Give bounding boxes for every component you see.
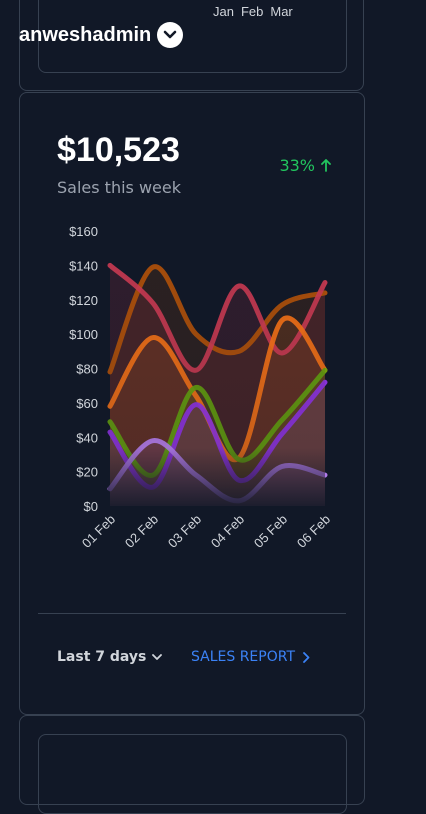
y-tick-label: $20: [76, 465, 98, 480]
user-name: anweshadmin: [19, 23, 152, 46]
y-tick-label: $140: [69, 258, 98, 273]
sales-total: $10,523: [57, 131, 180, 169]
chevron-down-icon[interactable]: [157, 22, 184, 48]
sales-report-label: SALES REPORT: [191, 649, 296, 665]
y-tick-label: $100: [69, 327, 98, 342]
month-label: Mar: [270, 4, 293, 19]
y-tick-label: $40: [76, 430, 98, 445]
chart-fade: [108, 213, 325, 507]
growth-badge: 33%: [279, 156, 331, 175]
divider: [38, 613, 346, 614]
x-tick-label: 05 Feb: [251, 512, 290, 551]
y-tick-label: $60: [76, 396, 98, 411]
chevron-right-icon: [303, 651, 310, 663]
y-tick-label: $80: [76, 362, 98, 377]
y-tick-label: $160: [69, 224, 98, 239]
month-label: Feb: [240, 4, 264, 19]
sales-report-link[interactable]: SALES REPORT: [191, 649, 310, 665]
growth-value: 33%: [279, 156, 315, 175]
y-tick-label: $120: [69, 293, 98, 308]
sales-subtitle: Sales this week: [57, 178, 181, 197]
range-label: Last 7 days: [57, 649, 147, 665]
user-menu[interactable]: anweshadmin: [19, 22, 184, 48]
x-tick-label: 04 Feb: [208, 512, 247, 551]
arrow-up-icon: [321, 159, 331, 172]
month-labels: Jan Feb Mar: [213, 4, 293, 19]
bottom-card: [19, 715, 365, 814]
x-tick-label: 06 Feb: [294, 512, 333, 551]
sales-card: $10,523 Sales this week 33% $0 $20 $40 $60 $…: [19, 92, 365, 715]
x-tick-label: 03 Feb: [165, 512, 204, 551]
range-dropdown[interactable]: Last 7 days: [57, 649, 163, 665]
x-tick-label: 01 Feb: [79, 512, 118, 551]
y-tick-label: $0: [84, 499, 98, 514]
x-tick-label: 02 Feb: [122, 512, 161, 551]
month-label: Jan: [213, 4, 234, 19]
sales-chart: $0 $20 $40 $60 $80 $100 $120 $140 $160 01 Feb 02 …: [69, 213, 333, 551]
chevron-down-icon: [152, 653, 163, 660]
bottom-card-inner: [38, 734, 347, 814]
